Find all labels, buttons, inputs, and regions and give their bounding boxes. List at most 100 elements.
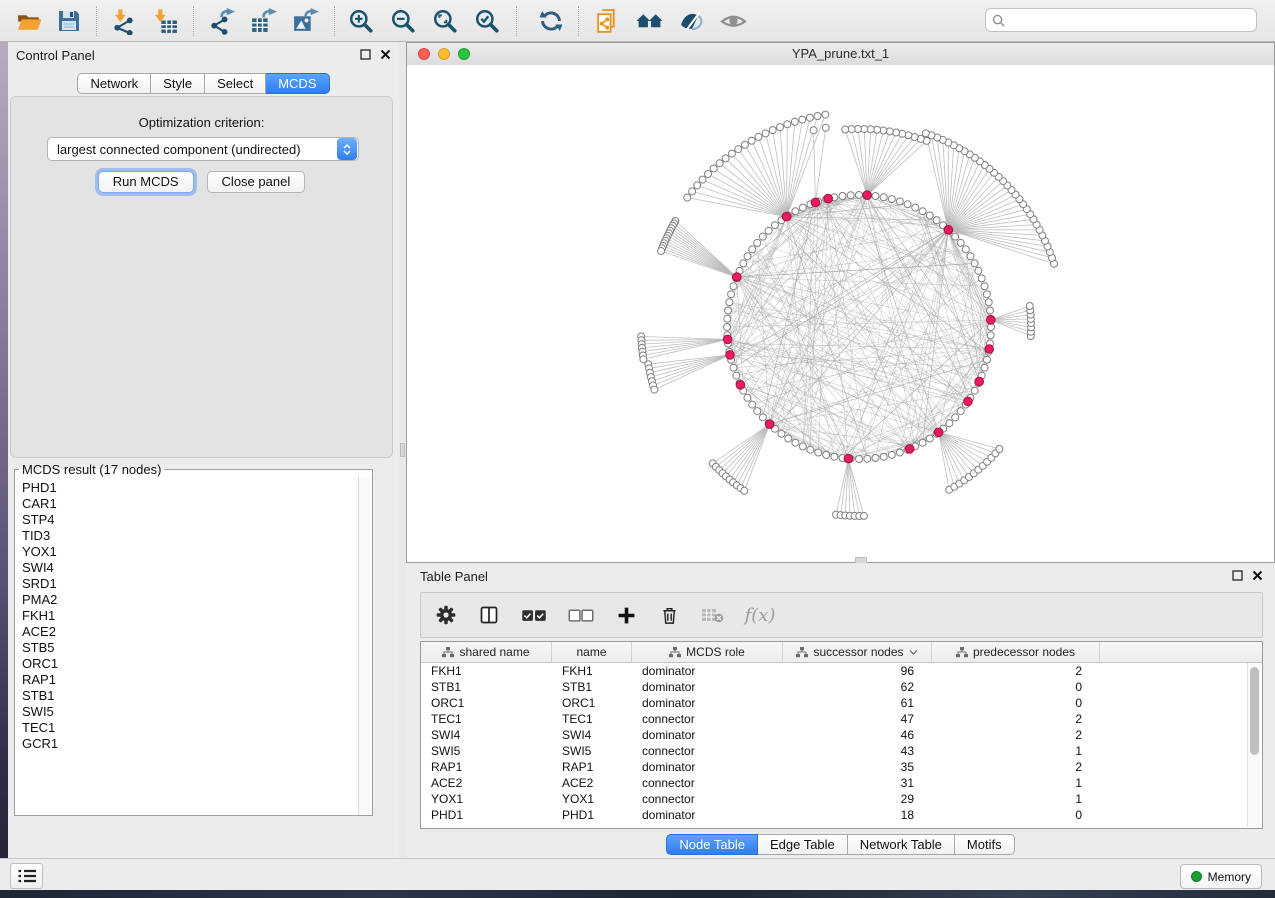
tab-select[interactable]: Select xyxy=(205,73,266,94)
search-field[interactable] xyxy=(985,8,1257,32)
export-table-button[interactable] xyxy=(246,4,280,38)
table-row[interactable]: ACE2ACE2connector311 xyxy=(421,775,1262,791)
table-row[interactable]: ORC1ORC1dominator610 xyxy=(421,695,1262,711)
table-row[interactable]: SWI4SWI4dominator462 xyxy=(421,727,1262,743)
mcds-result-item[interactable]: FKH1 xyxy=(22,608,359,624)
save-session-button[interactable] xyxy=(52,4,86,38)
task-history-button[interactable] xyxy=(10,863,43,889)
table-row[interactable]: YOX1YOX1connector291 xyxy=(421,791,1262,807)
cell: dominator xyxy=(632,696,783,710)
search-input[interactable] xyxy=(1010,12,1250,28)
open-file-button[interactable] xyxy=(12,4,46,38)
column-header-MCDS-role[interactable]: MCDS role xyxy=(632,642,783,662)
memory-button[interactable]: Memory xyxy=(1180,864,1262,889)
table-row[interactable]: STB1STB1dominator620 xyxy=(421,679,1262,695)
table-panel-header: Table Panel xyxy=(406,563,1275,589)
column-header-predecessor-nodes[interactable]: predecessor nodes xyxy=(932,642,1100,662)
table-row[interactable]: RAP1RAP1dominator352 xyxy=(421,759,1262,775)
tab-network-table[interactable]: Network Table xyxy=(848,834,955,855)
table-scrollbar-thumb[interactable] xyxy=(1250,667,1259,755)
tab-style[interactable]: Style xyxy=(151,73,205,94)
tab-node-table[interactable]: Node Table xyxy=(666,834,758,855)
cell: ORC1 xyxy=(552,696,632,710)
node-table: shared namenameMCDS rolesuccessor nodesp… xyxy=(420,641,1263,829)
run-mcds-button[interactable]: Run MCDS xyxy=(98,171,194,193)
home-networks-button[interactable] xyxy=(632,4,666,38)
table-scrollbar[interactable] xyxy=(1247,663,1261,827)
close-panel-icon[interactable] xyxy=(380,49,391,60)
toggle-graphics-details-button[interactable] xyxy=(674,4,708,38)
import-table-button[interactable] xyxy=(148,4,182,38)
zoom-selected-button[interactable] xyxy=(470,4,504,38)
column-header-shared-name[interactable]: shared name xyxy=(421,642,552,662)
split-divider-handle[interactable] xyxy=(400,443,405,457)
mcds-panel: Optimization criterion: largest connecte… xyxy=(10,96,393,458)
deselect-all-icon[interactable] xyxy=(566,602,596,628)
mcds-result-item[interactable]: STB1 xyxy=(22,688,359,704)
import-network-button[interactable] xyxy=(106,4,140,38)
table-row[interactable]: SWI5SWI5connector431 xyxy=(421,743,1262,759)
mcds-result-item[interactable]: STB5 xyxy=(22,640,359,656)
select-all-icon[interactable] xyxy=(519,602,549,628)
table-row[interactable]: FKH1FKH1dominator962 xyxy=(421,663,1262,679)
share-document-button[interactable] xyxy=(590,4,624,38)
export-image-button[interactable] xyxy=(288,4,322,38)
zoom-fit-button[interactable] xyxy=(428,4,462,38)
show-columns-icon[interactable] xyxy=(476,602,502,628)
mcds-result-item[interactable]: CAR1 xyxy=(22,496,359,512)
cell: dominator xyxy=(632,808,783,822)
mcds-result-title: MCDS result (17 nodes) xyxy=(19,462,164,477)
float-panel-icon[interactable] xyxy=(1232,570,1243,581)
show-hide-eye-button[interactable] xyxy=(716,4,750,38)
cell: 61 xyxy=(783,696,932,710)
mcds-result-item[interactable]: PMA2 xyxy=(22,592,359,608)
mcds-result-item[interactable]: SRD1 xyxy=(22,576,359,592)
cell: SWI4 xyxy=(421,728,552,742)
cell: TEC1 xyxy=(552,712,632,726)
column-header-name[interactable]: name xyxy=(552,642,632,662)
export-network-button[interactable] xyxy=(204,4,238,38)
mcds-result-list: PHD1CAR1STP4TID3YOX1SWI4SRD1PMA2FKH1ACE2… xyxy=(15,477,359,815)
add-column-icon[interactable] xyxy=(613,602,639,628)
mcds-result-item[interactable]: STP4 xyxy=(22,512,359,528)
cell: YOX1 xyxy=(421,792,552,806)
mcds-result-item[interactable]: ACE2 xyxy=(22,624,359,640)
desktop-wallpaper-bottom xyxy=(0,890,1275,898)
mcds-result-item[interactable]: PHD1 xyxy=(22,480,359,496)
zoom-out-button[interactable] xyxy=(386,4,420,38)
tab-edge-table[interactable]: Edge Table xyxy=(758,834,848,855)
mcds-result-item[interactable]: GCR1 xyxy=(22,736,359,752)
zoom-in-button[interactable] xyxy=(344,4,378,38)
network-titlebar[interactable]: YPA_prune.txt_1 xyxy=(407,43,1274,66)
tab-network[interactable]: Network xyxy=(77,73,151,94)
memory-status-icon xyxy=(1191,871,1202,882)
close-panel-button[interactable]: Close panel xyxy=(207,171,306,193)
column-header-successor-nodes[interactable]: successor nodes xyxy=(783,642,932,662)
mcds-result-item[interactable]: RAP1 xyxy=(22,672,359,688)
delete-column-icon[interactable] xyxy=(656,602,682,628)
dropdown-stepper-icon xyxy=(337,138,357,160)
network-canvas[interactable] xyxy=(407,65,1274,562)
table-row[interactable]: TEC1TEC1connector472 xyxy=(421,711,1262,727)
float-panel-icon[interactable] xyxy=(360,49,371,60)
network-graph[interactable] xyxy=(407,65,1274,562)
mcds-result-item[interactable]: TID3 xyxy=(22,528,359,544)
mcds-result-item[interactable]: TEC1 xyxy=(22,720,359,736)
tab-mcds[interactable]: MCDS xyxy=(266,73,329,94)
close-panel-icon[interactable] xyxy=(1252,570,1263,581)
toolbar-separator xyxy=(516,6,517,36)
settings-gear-icon[interactable] xyxy=(433,602,459,628)
mcds-result-item[interactable]: YOX1 xyxy=(22,544,359,560)
column-header-filler xyxy=(1100,642,1262,662)
table-row[interactable]: PHD1PHD1dominator180 xyxy=(421,807,1262,823)
mcds-result-item[interactable]: SWI5 xyxy=(22,704,359,720)
function-builder-icon: f(x) xyxy=(742,602,778,628)
mcds-result-scrollbar[interactable] xyxy=(358,477,372,815)
refresh-layout-button[interactable] xyxy=(534,4,568,38)
mcds-result-item[interactable]: SWI4 xyxy=(22,560,359,576)
cell: 43 xyxy=(783,744,932,758)
criterion-dropdown[interactable]: largest connected component (undirected) xyxy=(47,137,359,161)
split-divider[interactable] xyxy=(399,42,406,858)
tab-motifs[interactable]: Motifs xyxy=(955,834,1015,855)
mcds-result-item[interactable]: ORC1 xyxy=(22,656,359,672)
